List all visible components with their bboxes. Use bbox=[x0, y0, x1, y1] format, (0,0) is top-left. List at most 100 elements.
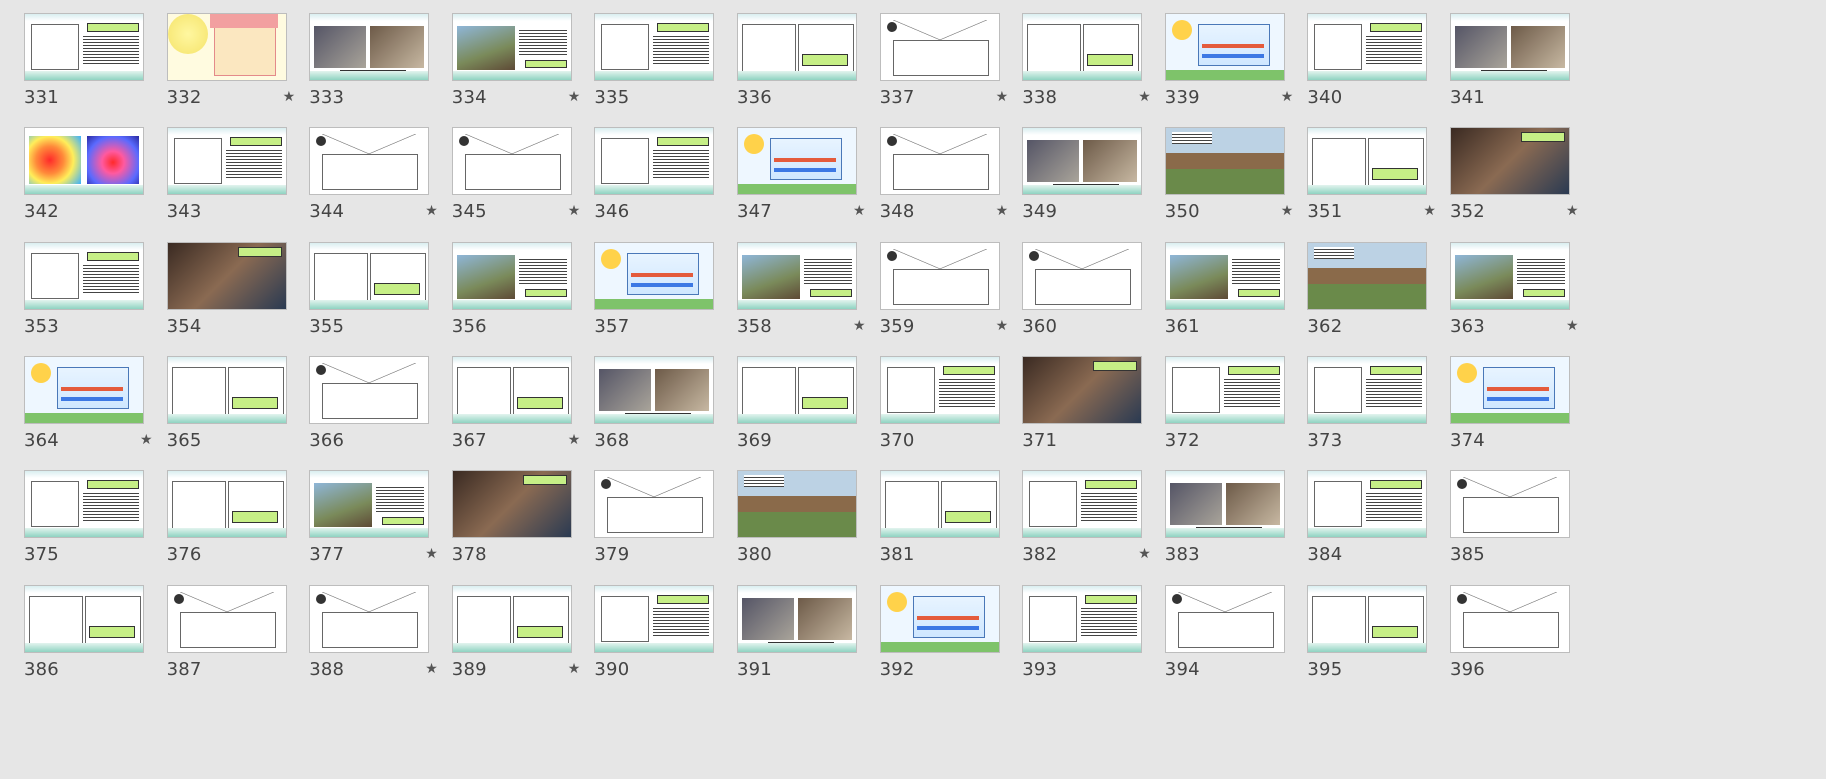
slide-number: 385 bbox=[1450, 544, 1485, 566]
sketch-drawing bbox=[1029, 481, 1078, 528]
slide-thumbnail[interactable] bbox=[737, 13, 857, 81]
slide-thumbnail[interactable] bbox=[24, 470, 144, 539]
text-block bbox=[1223, 376, 1280, 407]
slide-thumbnail[interactable] bbox=[594, 241, 715, 310]
slide-thumbnail[interactable] bbox=[1450, 13, 1570, 81]
slide-header-band bbox=[1308, 471, 1427, 479]
slide-thumbnail[interactable] bbox=[594, 470, 715, 539]
slide-thumbnail[interactable] bbox=[309, 13, 430, 81]
slide-thumbnail[interactable] bbox=[1307, 355, 1428, 424]
roof-graphic bbox=[209, 14, 278, 28]
slide-thumbnail[interactable] bbox=[1450, 584, 1570, 653]
slide-footer-wave bbox=[25, 185, 143, 195]
slide-thumbnail[interactable] bbox=[451, 13, 572, 81]
slide-thumbnail[interactable] bbox=[1164, 241, 1285, 310]
slide-thumbnail[interactable] bbox=[24, 241, 144, 310]
slide-thumbnail[interactable] bbox=[737, 127, 857, 196]
slide-thumbnail[interactable] bbox=[166, 13, 287, 81]
slide-thumbnail[interactable] bbox=[166, 355, 287, 424]
slide-thumbnail[interactable] bbox=[451, 127, 572, 196]
sun-graphic bbox=[601, 248, 622, 269]
slide-thumbnail[interactable] bbox=[879, 470, 1000, 539]
slide-thumbnail[interactable] bbox=[166, 584, 287, 653]
slide-thumbnail[interactable] bbox=[309, 241, 430, 310]
slide-thumbnail[interactable] bbox=[451, 355, 572, 424]
slide-thumbnail[interactable] bbox=[24, 127, 144, 196]
slide-thumbnail[interactable] bbox=[1450, 355, 1570, 424]
slide-thumbnail[interactable] bbox=[879, 127, 1000, 196]
slide-thumbnail[interactable] bbox=[1022, 13, 1143, 81]
slide-footer-wave bbox=[1023, 528, 1142, 538]
cold-arrow bbox=[631, 282, 694, 287]
slide-item[interactable]: 363 ★ bbox=[1426, 229, 1596, 349]
slide-thumbnail[interactable] bbox=[1307, 584, 1428, 653]
slide-thumbnail[interactable] bbox=[1022, 355, 1143, 424]
photo-right bbox=[1225, 483, 1280, 526]
slide-thumbnail[interactable] bbox=[1164, 355, 1285, 424]
text-block bbox=[1081, 605, 1138, 636]
slide-thumbnail[interactable] bbox=[879, 13, 1000, 81]
house-section-roof bbox=[892, 134, 987, 155]
slide-thumbnail[interactable] bbox=[166, 241, 287, 310]
slide-header-band bbox=[1023, 128, 1142, 136]
slide-thumbnail[interactable] bbox=[594, 584, 715, 653]
slide-thumbnail[interactable] bbox=[594, 13, 715, 81]
slide-item[interactable]: 396 bbox=[1426, 572, 1596, 692]
slide-item[interactable]: 374 bbox=[1426, 343, 1596, 463]
slide-thumbnail[interactable] bbox=[1307, 241, 1428, 310]
text-block bbox=[804, 256, 852, 285]
slide-thumbnail[interactable] bbox=[1450, 241, 1570, 310]
slide-number: 389 bbox=[451, 658, 487, 680]
slide-thumbnail[interactable] bbox=[451, 470, 572, 539]
slide-thumbnail[interactable] bbox=[1164, 584, 1285, 653]
slide-thumbnail[interactable] bbox=[309, 355, 430, 424]
overlay-text bbox=[744, 475, 784, 488]
slide-thumbnail[interactable] bbox=[451, 241, 572, 310]
slide-thumbnail[interactable] bbox=[737, 584, 857, 653]
slide-number: 331 bbox=[24, 87, 59, 108]
slide-thumbnail[interactable] bbox=[737, 355, 857, 424]
slide-thumbnail[interactable] bbox=[594, 127, 715, 196]
slide-thumbnail[interactable] bbox=[1022, 127, 1143, 196]
text-block bbox=[518, 28, 567, 56]
slide-thumbnail[interactable] bbox=[24, 13, 144, 81]
slide-number: 358 bbox=[737, 315, 772, 337]
slide-thumbnail[interactable] bbox=[1307, 13, 1428, 81]
slide-thumbnail[interactable] bbox=[737, 470, 857, 539]
slide-thumbnail[interactable] bbox=[166, 127, 287, 196]
sketch-drawing bbox=[173, 138, 222, 185]
slide-item[interactable]: 341 bbox=[1426, 0, 1596, 120]
slide-thumbnail[interactable] bbox=[1164, 13, 1285, 81]
slide-thumbnail[interactable] bbox=[1164, 470, 1285, 539]
slide-thumbnail[interactable] bbox=[451, 584, 572, 653]
slide-footer-wave bbox=[25, 642, 143, 652]
thermal-image-left bbox=[29, 136, 81, 185]
slide-thumbnail[interactable] bbox=[1450, 127, 1570, 196]
slide-number: 375 bbox=[24, 544, 59, 566]
slide-item[interactable]: 352 ★ bbox=[1426, 114, 1596, 234]
slide-thumbnail[interactable] bbox=[879, 355, 1000, 424]
slide-footer-wave bbox=[738, 299, 856, 309]
slide-number: 359 bbox=[879, 315, 915, 337]
slide-thumbnail[interactable] bbox=[737, 241, 857, 310]
slide-thumbnail[interactable] bbox=[24, 584, 144, 653]
slide-thumbnail[interactable] bbox=[166, 470, 287, 539]
slide-thumbnail[interactable] bbox=[1022, 584, 1143, 653]
slide-thumbnail[interactable] bbox=[879, 241, 1000, 310]
slide-thumbnail[interactable] bbox=[24, 355, 144, 424]
slide-thumbnail[interactable] bbox=[1450, 470, 1570, 539]
slide-item[interactable]: 385 bbox=[1426, 457, 1596, 577]
slide-thumbnail[interactable] bbox=[1307, 470, 1428, 539]
sketch-drawing bbox=[1314, 366, 1363, 413]
slide-thumbnail[interactable] bbox=[594, 355, 715, 424]
slide-thumbnail[interactable] bbox=[1307, 127, 1428, 196]
house-section-roof bbox=[322, 134, 417, 155]
slide-thumbnail[interactable] bbox=[879, 584, 1000, 653]
slide-header-band bbox=[1308, 356, 1427, 364]
slide-thumbnail[interactable] bbox=[309, 470, 430, 539]
slide-thumbnail[interactable] bbox=[1022, 241, 1143, 310]
slide-thumbnail[interactable] bbox=[1022, 470, 1143, 539]
slide-thumbnail[interactable] bbox=[309, 584, 430, 653]
slide-thumbnail[interactable] bbox=[309, 127, 430, 196]
slide-thumbnail[interactable] bbox=[1164, 127, 1285, 196]
